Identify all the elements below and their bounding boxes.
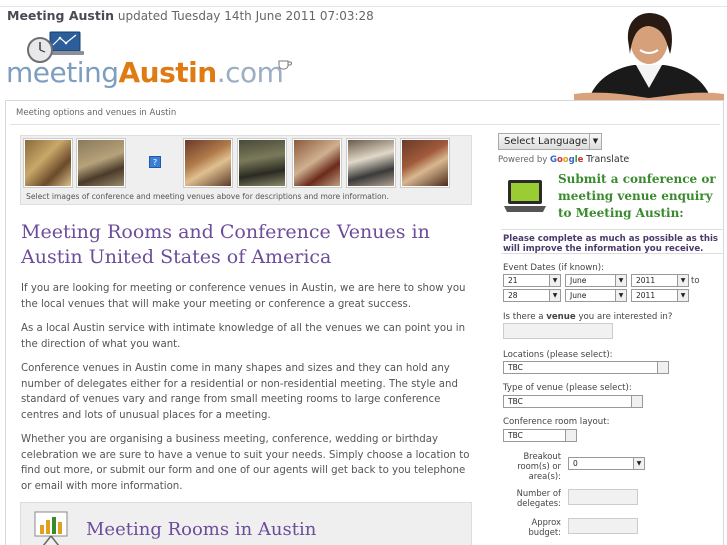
businesswoman-photo (574, 13, 724, 102)
form-divider (501, 229, 723, 230)
budget-label: Approx budget: (528, 517, 561, 537)
missing-image-icon[interactable]: ? (149, 156, 161, 168)
dropdown-arrow-icon: ▼ (549, 290, 560, 301)
language-select-label: Select Language (504, 136, 588, 147)
breakout-select[interactable]: 0 ▼ (568, 457, 645, 470)
powered-by-label: Powered by (498, 155, 548, 165)
to-month-value: June (570, 291, 587, 300)
form-notice: Please complete as much as possible as t… (503, 234, 719, 254)
venue-thumbnail[interactable] (238, 139, 286, 187)
breakout-value: 0 (573, 459, 578, 468)
site-name: Meeting Austin (7, 8, 115, 23)
dropdown-arrow-icon (565, 430, 576, 441)
locations-label: Locations (please select): (503, 350, 613, 360)
logo-wordmark: meetingAustin.com (6, 56, 284, 89)
from-month-select[interactable]: June ▼ (565, 274, 627, 287)
updated-text: updated Tuesday 14th June 2011 07:03:28 (117, 9, 374, 23)
gallery-caption: Select images of conference and meeting … (26, 192, 389, 201)
venue-type-select[interactable]: TBC (503, 395, 643, 408)
dropdown-arrow-icon (657, 362, 668, 373)
date-range-to: to (691, 276, 700, 286)
subheading-banner: Meeting Rooms in Austin (20, 502, 472, 545)
breakout-label: Breakout room(s) or area(s): (517, 451, 561, 481)
logo-part-meeting: meeting (6, 56, 119, 89)
site-logo[interactable]: meetingAustin.com (6, 31, 306, 94)
venue-thumbnail[interactable] (184, 139, 232, 187)
locations-value: TBC (508, 363, 523, 372)
to-year-value: 2011 (636, 291, 656, 300)
coffee-cup-icon (278, 60, 292, 70)
intro-paragraph: If you are looking for meeting or confer… (21, 283, 466, 310)
dropdown-arrow-icon (631, 396, 642, 407)
room-layout-select[interactable]: TBC (503, 429, 577, 442)
to-day-select[interactable]: 28 ▼ (503, 289, 561, 302)
from-month-value: June (570, 276, 587, 285)
dropdown-arrow-icon: ▼ (677, 275, 688, 286)
venue-label-start: Is there a (503, 312, 547, 322)
google-logo: Google (549, 155, 584, 165)
intro-paragraph: Whether you are organising a business me… (21, 434, 470, 492)
venue-label-bold: venue (546, 312, 576, 322)
intro-paragraph: As a local Austin service with intimate … (21, 323, 466, 350)
logo-part-com: .com (216, 56, 284, 89)
event-dates-label: Event Dates (if known): (503, 263, 605, 273)
dropdown-arrow-icon: ▼ (615, 290, 626, 301)
to-year-select[interactable]: 2011 ▼ (631, 289, 689, 302)
venue-thumbnail[interactable] (347, 139, 395, 187)
delegates-label: Number of delegates: (516, 488, 561, 508)
breadcrumb-divider (10, 124, 720, 125)
enquiry-sidebar: Select Language ▼ Powered by Google Tran… (497, 128, 723, 545)
from-day-value: 21 (508, 276, 518, 285)
venue-gallery: ? Select images of conference and meetin… (20, 135, 472, 205)
from-year-select[interactable]: 2011 ▼ (631, 274, 689, 287)
venue-thumbnail[interactable] (77, 139, 125, 187)
dropdown-arrow-icon: ▼ (589, 134, 601, 149)
budget-input[interactable] (568, 518, 638, 534)
venue-label-end: you are interested in? (575, 312, 673, 322)
dropdown-arrow-icon: ▼ (549, 275, 560, 286)
laptop-icon (504, 180, 546, 212)
top-divider (0, 6, 727, 7)
breadcrumb: Meeting options and venues in Austin (16, 108, 177, 118)
venue-thumbnail[interactable] (293, 139, 341, 187)
powered-by-google: Powered by Google Translate (498, 154, 629, 165)
room-layout-value: TBC (508, 431, 523, 440)
page-title: Meeting Rooms and Conference Venues in A… (21, 221, 430, 268)
translate-link[interactable]: Translate (586, 154, 629, 165)
language-select[interactable]: Select Language ▼ (498, 133, 602, 150)
logo-part-austin: Austin (118, 56, 218, 89)
intro-paragraph: Conference venues in Austin come in many… (21, 363, 458, 421)
page: { "header": { "site_name": "Meeting Aust… (0, 0, 727, 545)
dropdown-arrow-icon: ▼ (615, 275, 626, 286)
enquiry-promo: Submit a conference or meeting venue enq… (558, 172, 716, 220)
dropdown-arrow-icon: ▼ (677, 290, 688, 301)
from-year-value: 2011 (636, 276, 656, 285)
venue-thumbnail[interactable] (401, 139, 449, 187)
venue-input[interactable] (503, 323, 613, 339)
venue-type-value: TBC (508, 397, 523, 406)
dropdown-arrow-icon: ▼ (633, 458, 644, 469)
room-layout-label: Conference room layout: (503, 417, 610, 427)
form-divider (501, 253, 723, 254)
to-day-value: 28 (508, 291, 518, 300)
from-day-select[interactable]: 21 ▼ (503, 274, 561, 287)
subheading: Meeting Rooms in Austin (86, 519, 317, 540)
locations-select[interactable]: TBC (503, 361, 669, 374)
venue-thumbnail[interactable] (24, 139, 72, 187)
to-month-select[interactable]: June ▼ (565, 289, 627, 302)
venue-question-label: Is there a venue you are interested in? (503, 312, 672, 322)
venue-type-label: Type of venue (please select): (503, 383, 632, 393)
delegates-input[interactable] (568, 489, 638, 505)
presentation-chart-icon (34, 511, 68, 545)
